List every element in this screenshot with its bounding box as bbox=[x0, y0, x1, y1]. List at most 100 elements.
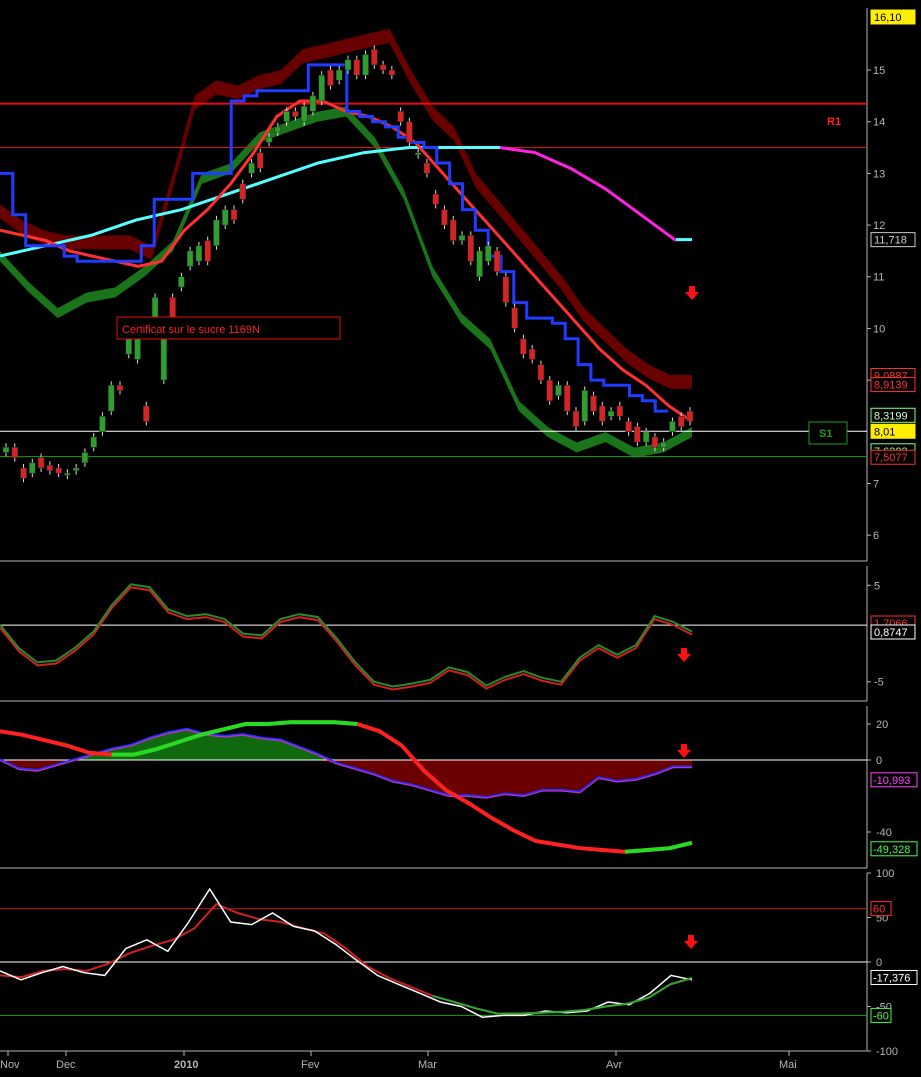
chart-background bbox=[0, 0, 921, 1077]
candle bbox=[327, 69, 334, 86]
annotation-text: Certificat sur le sucre 1169N bbox=[122, 324, 260, 336]
candle bbox=[46, 465, 54, 471]
x-tick-label: 2010 bbox=[174, 1059, 198, 1071]
candle bbox=[195, 245, 203, 262]
candle bbox=[458, 235, 466, 241]
candle bbox=[335, 69, 343, 81]
candle bbox=[99, 416, 106, 433]
candle bbox=[344, 59, 352, 71]
candle bbox=[406, 121, 413, 143]
candle bbox=[572, 410, 580, 427]
candle bbox=[204, 240, 211, 262]
candle bbox=[274, 126, 282, 133]
y-tick-label: 13 bbox=[873, 168, 885, 180]
candle bbox=[186, 250, 194, 267]
y-tick-label: 14 bbox=[873, 117, 885, 129]
candle bbox=[116, 385, 124, 391]
candle bbox=[485, 245, 492, 262]
candle bbox=[379, 64, 387, 71]
y-tick-label: 7 bbox=[873, 478, 879, 490]
x-tick-label: Fev bbox=[301, 1059, 320, 1071]
y-tick-label: -40 bbox=[876, 827, 892, 839]
price-label: 11,718 bbox=[874, 235, 907, 247]
candle bbox=[178, 276, 185, 288]
x-tick-label: Mar bbox=[418, 1059, 437, 1071]
candle bbox=[625, 421, 632, 433]
candle bbox=[634, 426, 641, 443]
candle bbox=[441, 209, 448, 226]
candle bbox=[11, 447, 19, 458]
candle bbox=[616, 405, 624, 417]
candle bbox=[248, 162, 255, 174]
candle bbox=[607, 410, 615, 417]
candle bbox=[555, 385, 562, 396]
candle bbox=[537, 364, 545, 381]
resistance-label: R1 bbox=[827, 116, 841, 128]
candle bbox=[432, 193, 439, 205]
candle bbox=[292, 111, 299, 117]
candle bbox=[107, 385, 115, 412]
value-label: -17,376 bbox=[873, 972, 910, 984]
candle bbox=[221, 209, 229, 226]
y-tick-label: 20 bbox=[876, 719, 888, 731]
support-label: S1 bbox=[808, 421, 848, 445]
candle bbox=[239, 183, 247, 200]
candle bbox=[265, 136, 273, 143]
r1-label: R1 bbox=[827, 116, 841, 128]
candle bbox=[528, 348, 536, 360]
y-tick-label: 5 bbox=[874, 580, 880, 592]
candle bbox=[642, 431, 650, 443]
candle bbox=[213, 219, 220, 246]
candle bbox=[520, 338, 527, 355]
candle bbox=[546, 379, 553, 402]
candle bbox=[134, 338, 141, 360]
candle bbox=[677, 416, 685, 427]
candle bbox=[476, 250, 483, 277]
chart-canvas: 151413121110976 16,1011,7189,08878,91398… bbox=[0, 0, 921, 1077]
value-label: -60 bbox=[873, 1010, 889, 1022]
candle bbox=[90, 436, 97, 448]
candle bbox=[371, 49, 378, 66]
candle bbox=[300, 105, 308, 122]
value-label: -10,993 bbox=[873, 775, 910, 787]
y-tick-label: 100 bbox=[876, 868, 894, 880]
value-label: -49,328 bbox=[873, 844, 910, 856]
candle bbox=[563, 385, 571, 412]
candle bbox=[20, 467, 27, 479]
candle bbox=[55, 467, 62, 474]
candle bbox=[309, 95, 317, 112]
price-label: 16,10 bbox=[874, 12, 902, 24]
x-tick-label: Nov bbox=[0, 1059, 20, 1071]
candle bbox=[37, 457, 45, 469]
candle bbox=[467, 235, 475, 262]
candle bbox=[64, 472, 71, 476]
y-tick-label: 12 bbox=[873, 220, 885, 232]
candle bbox=[493, 250, 501, 272]
price-label: 8,9139 bbox=[874, 380, 908, 392]
candle bbox=[581, 390, 589, 422]
value-label: 60 bbox=[873, 904, 885, 916]
candle bbox=[283, 111, 290, 122]
candle bbox=[29, 462, 36, 474]
x-tick-label: Dec bbox=[56, 1059, 76, 1071]
y-tick-label: 0 bbox=[876, 957, 882, 969]
y-tick-label: 10 bbox=[873, 323, 885, 335]
candle bbox=[72, 467, 80, 471]
candle bbox=[449, 219, 457, 241]
candle bbox=[669, 421, 676, 433]
s1-label: S1 bbox=[819, 428, 832, 440]
candle bbox=[397, 111, 404, 122]
price-label: 8,3199 bbox=[874, 410, 908, 422]
candle bbox=[353, 59, 361, 76]
candle bbox=[257, 152, 264, 169]
candle bbox=[81, 452, 89, 464]
candle bbox=[651, 436, 659, 448]
candle bbox=[599, 405, 606, 422]
candle bbox=[362, 54, 369, 76]
candle bbox=[169, 297, 176, 319]
price-label: 7,5077 bbox=[874, 452, 908, 464]
y-tick-label: -5 bbox=[874, 677, 884, 689]
x-tick-label: Mai bbox=[779, 1059, 797, 1071]
y-tick-label: -100 bbox=[876, 1046, 898, 1058]
candle bbox=[230, 209, 238, 221]
